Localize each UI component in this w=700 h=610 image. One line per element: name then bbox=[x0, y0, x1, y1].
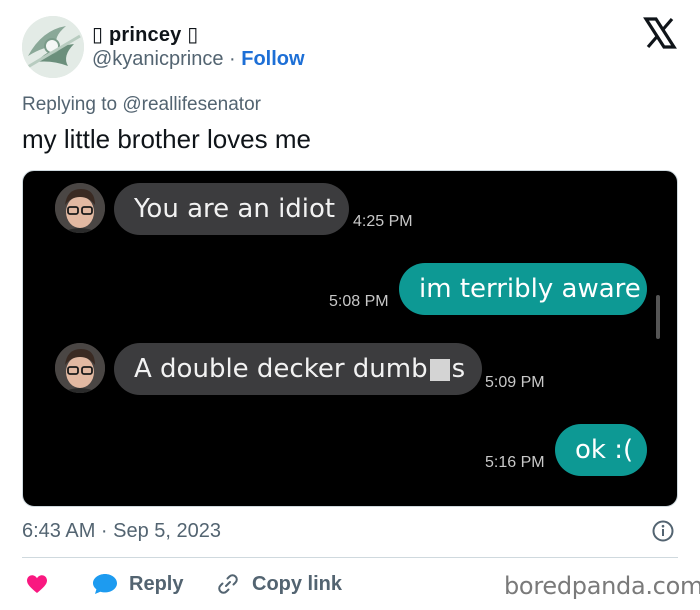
x-logo-icon[interactable] bbox=[643, 16, 677, 50]
chat-bubble-outgoing: ok :( bbox=[555, 424, 647, 476]
scrollbar[interactable] bbox=[656, 295, 660, 339]
heart-icon bbox=[27, 575, 47, 593]
tweet-timestamp[interactable]: 6:43 AM · Sep 5, 2023 bbox=[22, 520, 221, 543]
reply-label: Reply bbox=[129, 572, 184, 595]
user-avatar[interactable] bbox=[22, 16, 84, 78]
info-icon[interactable] bbox=[652, 520, 674, 542]
censor-block bbox=[429, 358, 450, 381]
tweet-media-image[interactable]: You are an idiot 4:25 PM 5:08 PM im terr… bbox=[22, 170, 678, 507]
replying-mention[interactable]: @reallifesenator bbox=[122, 94, 261, 115]
display-name[interactable]: ▯ princey ▯ bbox=[92, 22, 198, 47]
like-button[interactable] bbox=[26, 571, 48, 597]
watermark: boredpanda.com bbox=[504, 572, 700, 600]
chat-bubble-incoming: A double decker dumb s bbox=[114, 343, 482, 395]
handle-separator: · bbox=[223, 48, 242, 70]
link-icon bbox=[218, 574, 238, 594]
sender-avatar bbox=[55, 183, 105, 233]
follow-button[interactable]: Follow bbox=[241, 48, 304, 70]
message-time: 5:16 PM bbox=[485, 454, 545, 471]
chat-bubble-incoming: You are an idiot bbox=[114, 183, 349, 235]
user-handle[interactable]: @kyanicprince bbox=[92, 48, 223, 70]
chat-bubble-outgoing: im terribly aware bbox=[399, 263, 647, 315]
message-text-part: s bbox=[451, 354, 466, 384]
copy-link-button[interactable]: Copy link bbox=[216, 571, 342, 597]
message-text-part: A double decker dumb bbox=[134, 354, 428, 384]
message-time: 5:09 PM bbox=[485, 374, 545, 391]
replying-to: Replying to @reallifesenator bbox=[22, 94, 261, 116]
message-time: 5:08 PM bbox=[329, 293, 389, 310]
handle-row: @kyanicprince · Follow bbox=[92, 48, 305, 71]
reply-button[interactable]: Reply bbox=[92, 571, 183, 597]
copy-link-label: Copy link bbox=[252, 572, 343, 595]
message-time: 4:25 PM bbox=[353, 213, 413, 230]
divider bbox=[22, 557, 678, 558]
reply-bubble-icon bbox=[93, 574, 117, 594]
sender-avatar bbox=[55, 343, 105, 393]
replying-prefix: Replying to bbox=[22, 94, 123, 115]
tweet-text: my little brother loves me bbox=[22, 124, 311, 154]
